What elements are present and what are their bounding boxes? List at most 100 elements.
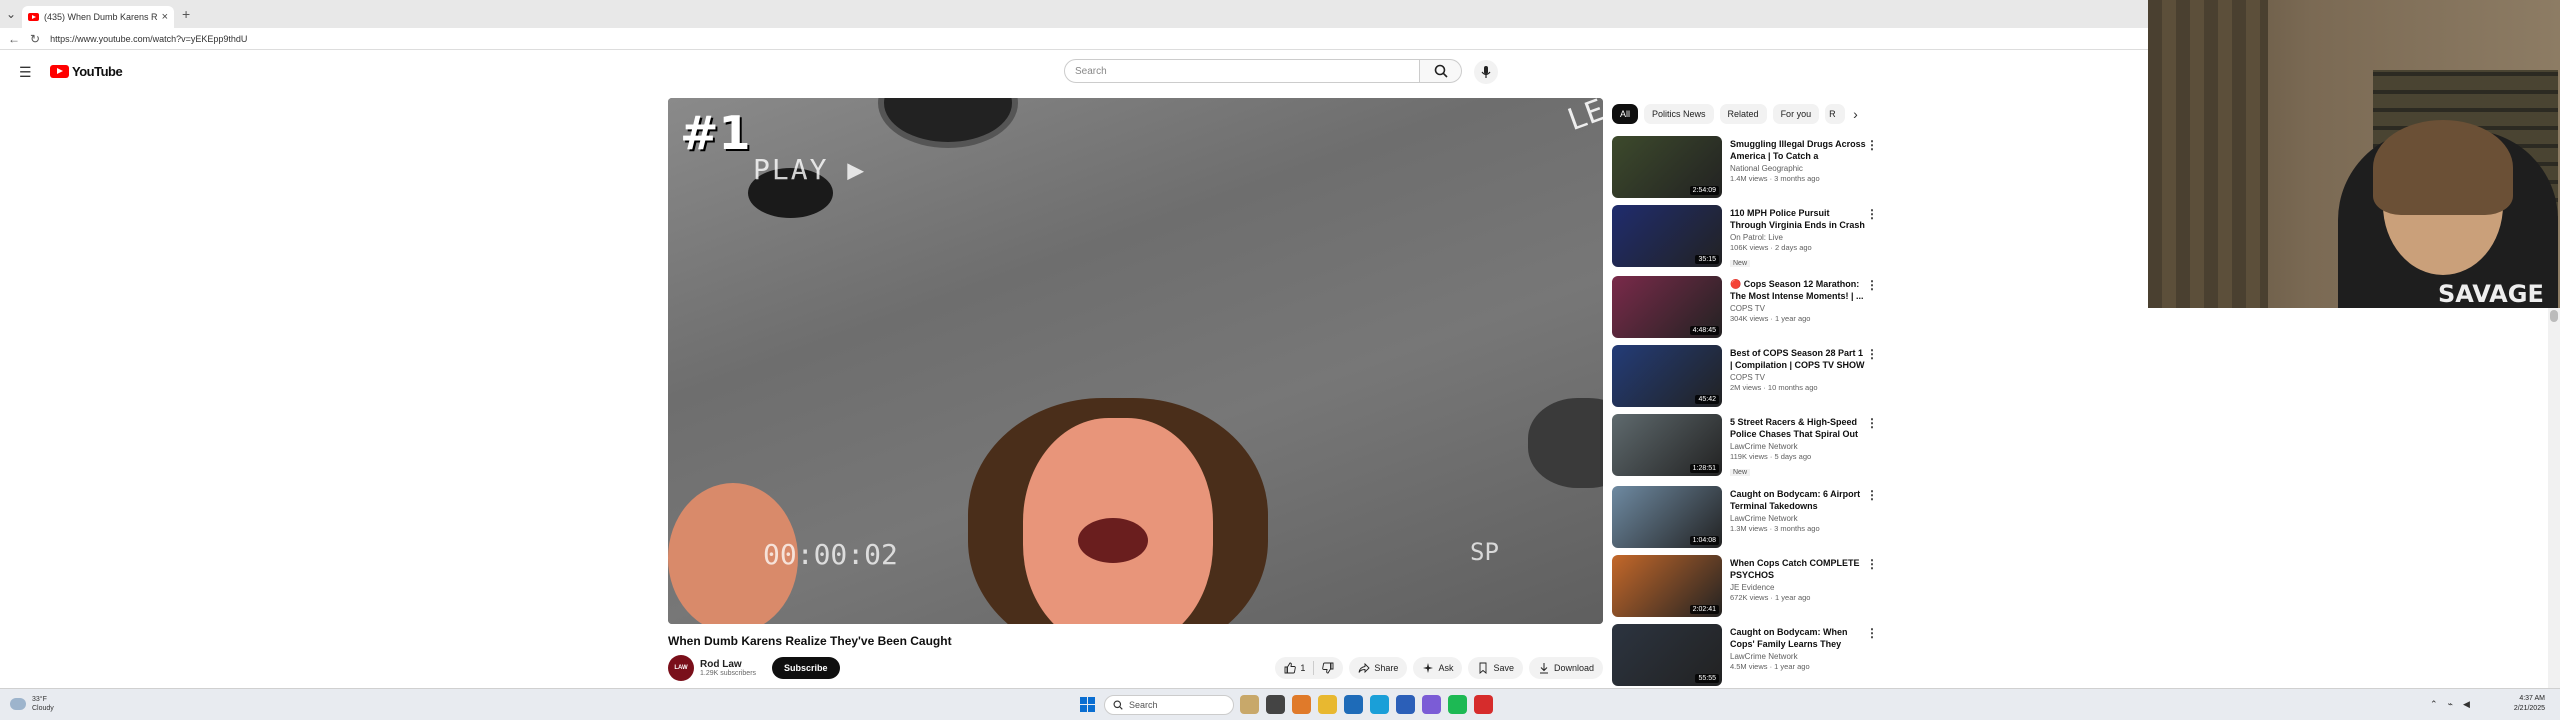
clock[interactable]: 4:37 AM 2/21/2025 <box>2505 694 2545 714</box>
more-options-icon[interactable]: ⋮ <box>1866 138 1878 152</box>
download-button[interactable]: Download <box>1528 657 1603 679</box>
recommendation-item[interactable]: 1:04:08 Caught on Bodycam: 6 Airport Term… <box>1612 486 1880 548</box>
video-duration: 2:54:09 <box>1689 186 1719 195</box>
more-options-icon[interactable]: ⋮ <box>1866 557 1878 571</box>
channel-name[interactable]: Rod Law <box>700 659 756 670</box>
filter-chip[interactable]: Politics News <box>1644 104 1714 124</box>
video-thumbnail[interactable]: 1:28:51 <box>1612 414 1722 476</box>
channel-row: LAW Rod Law 1.29K subscribers Subscribe … <box>668 654 1603 682</box>
recommendation-item[interactable]: 45:42 Best of COPS Season 28 Part 1 | Com… <box>1612 345 1880 407</box>
ask-button[interactable]: Ask <box>1413 657 1463 679</box>
more-options-icon[interactable]: ⋮ <box>1866 416 1878 430</box>
taskbar-search-label: Search <box>1129 700 1158 710</box>
video-thumbnail[interactable]: 1:04:08 <box>1612 486 1722 548</box>
filter-chip[interactable]: R <box>1825 104 1846 124</box>
more-options-icon[interactable]: ⋮ <box>1866 626 1878 640</box>
terminal-icon[interactable] <box>1344 695 1363 714</box>
subscribe-button[interactable]: Subscribe <box>772 657 840 679</box>
search-input[interactable]: Search <box>1064 59 1420 83</box>
more-options-icon[interactable]: ⋮ <box>1866 488 1878 502</box>
like-dislike-button[interactable]: 1 <box>1275 657 1344 679</box>
channel-meta: Rod Law 1.29K subscribers <box>700 659 756 677</box>
store-icon[interactable] <box>1292 695 1311 714</box>
volume-icon[interactable]: ◀ <box>2463 699 2470 710</box>
recommendation-title[interactable]: When Cops Catch COMPLETE PSYCHOS <box>1730 557 1866 581</box>
edge-icon[interactable] <box>1370 695 1389 714</box>
recommendation-channel[interactable]: JE Evidence <box>1730 583 1866 592</box>
webcam-hair <box>2373 120 2513 215</box>
video-thumbnail[interactable]: 55:55 <box>1612 624 1722 686</box>
recommendation-item[interactable]: 2:54:09 Smuggling Illegal Drugs Across Am… <box>1612 136 1880 198</box>
file-explorer-icon[interactable] <box>1318 695 1337 714</box>
filter-chip[interactable]: All <box>1612 104 1639 124</box>
task-view-icon[interactable] <box>1266 695 1285 714</box>
discord-icon[interactable] <box>1422 695 1441 714</box>
browser-tab[interactable]: (435) When Dumb Karens Re × <box>22 6 174 28</box>
windows-start-icon[interactable] <box>1080 697 1095 712</box>
recommendation-item[interactable]: 4:48:45 🔴 Cops Season 12 Marathon: The Mo… <box>1612 276 1880 338</box>
search-icon <box>1434 64 1448 78</box>
video-thumbnail[interactable]: 45:42 <box>1612 345 1722 407</box>
recommendation-title[interactable]: Smuggling Illegal Drugs Across America |… <box>1730 138 1866 162</box>
video-thumbnail[interactable]: 2:54:09 <box>1612 136 1722 198</box>
recommendation-title[interactable]: Caught on Bodycam: When Cops' Family Lea… <box>1730 626 1866 650</box>
weather-temp: 33°F <box>32 696 47 703</box>
recommendation-title[interactable]: 110 MPH Police Pursuit Through Virginia … <box>1730 207 1866 231</box>
recommendation-title[interactable]: 5 Street Racers & High-Speed Police Chas… <box>1730 416 1866 440</box>
logo-text: YouTube <box>72 64 123 79</box>
back-icon[interactable]: ← <box>8 32 20 46</box>
page-scrollbar[interactable] <box>2548 308 2560 688</box>
more-options-icon[interactable]: ⋮ <box>1866 278 1878 292</box>
share-button[interactable]: Share <box>1349 657 1408 679</box>
outlook-icon[interactable] <box>1396 695 1415 714</box>
recommendation-item[interactable]: 2:02:41 When Cops Catch COMPLETE PSYCHOS J… <box>1612 555 1880 617</box>
recommendation-title[interactable]: Best of COPS Season 28 Part 1 | Compilat… <box>1730 347 1866 371</box>
close-tab-icon[interactable]: × <box>162 11 168 23</box>
video-thumbnail[interactable]: 2:02:41 <box>1612 555 1722 617</box>
reload-icon[interactable]: ↻ <box>30 32 40 46</box>
channel-avatar[interactable]: LAW <box>668 655 694 681</box>
menu-icon[interactable]: ☰ <box>19 64 32 81</box>
recommendation-info: Best of COPS Season 28 Part 1 | Compilat… <box>1730 347 1866 392</box>
recommendation-channel[interactable]: On Patrol: Live <box>1730 233 1866 242</box>
search-button[interactable] <box>1420 59 1462 83</box>
new-tab-icon[interactable]: + <box>182 6 190 22</box>
webcam-overlay: SAVAGE <box>2148 0 2560 308</box>
recommendation-channel[interactable]: National Geographic <box>1730 164 1866 173</box>
recommendation-channel[interactable]: LawCrime Network <box>1730 652 1866 661</box>
share-label: Share <box>1374 663 1399 673</box>
taskbar-search[interactable]: Search <box>1104 695 1234 715</box>
video-thumbnail[interactable]: 4:48:45 <box>1612 276 1722 338</box>
recommendation-item[interactable]: 35:15 110 MPH Police Pursuit Through Virg… <box>1612 205 1880 267</box>
chevron-right-icon[interactable]: › <box>1853 106 1858 122</box>
browser-tab-strip: ⌄ (435) When Dumb Karens Re × + <box>0 0 2148 28</box>
voice-search-button[interactable] <box>1474 60 1498 84</box>
recommendation-channel[interactable]: COPS TV <box>1730 373 1866 382</box>
recommendation-title[interactable]: Caught on Bodycam: 6 Airport Terminal Ta… <box>1730 488 1866 512</box>
save-button[interactable]: Save <box>1468 657 1523 679</box>
youtube-logo[interactable]: YouTube <box>50 64 123 79</box>
more-options-icon[interactable]: ⋮ <box>1866 347 1878 361</box>
filter-chip[interactable]: Related <box>1719 104 1767 124</box>
spotify-icon[interactable] <box>1448 695 1467 714</box>
recommendation-item[interactable]: 1:28:51 5 Street Racers & High-Speed Poli… <box>1612 414 1880 476</box>
recommendation-meta: 106K views · 2 days ago <box>1730 243 1812 252</box>
frame-mouth <box>1078 518 1148 563</box>
video-thumbnail[interactable]: 35:15 <box>1612 205 1722 267</box>
filter-chip[interactable]: For you <box>1772 104 1820 124</box>
weather-widget[interactable]: 33°F Cloudy <box>10 695 54 713</box>
recommendation-channel[interactable]: LawCrime Network <box>1730 514 1866 523</box>
search-highlight-icon[interactable] <box>1240 695 1259 714</box>
recommendation-title[interactable]: 🔴 Cops Season 12 Marathon: The Most Inte… <box>1730 278 1866 302</box>
network-icon[interactable]: ⌁ <box>2448 699 2453 710</box>
recommendation-item[interactable]: 55:55 Caught on Bodycam: When Cops' Famil… <box>1612 624 1880 686</box>
recommendation-channel[interactable]: LawCrime Network <box>1730 442 1866 451</box>
video-player[interactable]: #1 PLAY ▶ 00:00:02 SP LE <box>668 98 1603 624</box>
chevron-up-icon[interactable]: ⌃ <box>2430 699 2438 710</box>
scrollbar-thumb[interactable] <box>2550 310 2558 322</box>
recommendation-channel[interactable]: COPS TV <box>1730 304 1866 313</box>
tab-search-icon[interactable]: ⌄ <box>0 7 22 21</box>
more-options-icon[interactable]: ⋮ <box>1866 207 1878 221</box>
address-input[interactable]: https://www.youtube.com/watch?v=yEKEpp9t… <box>50 34 247 44</box>
obs-icon[interactable] <box>1474 695 1493 714</box>
